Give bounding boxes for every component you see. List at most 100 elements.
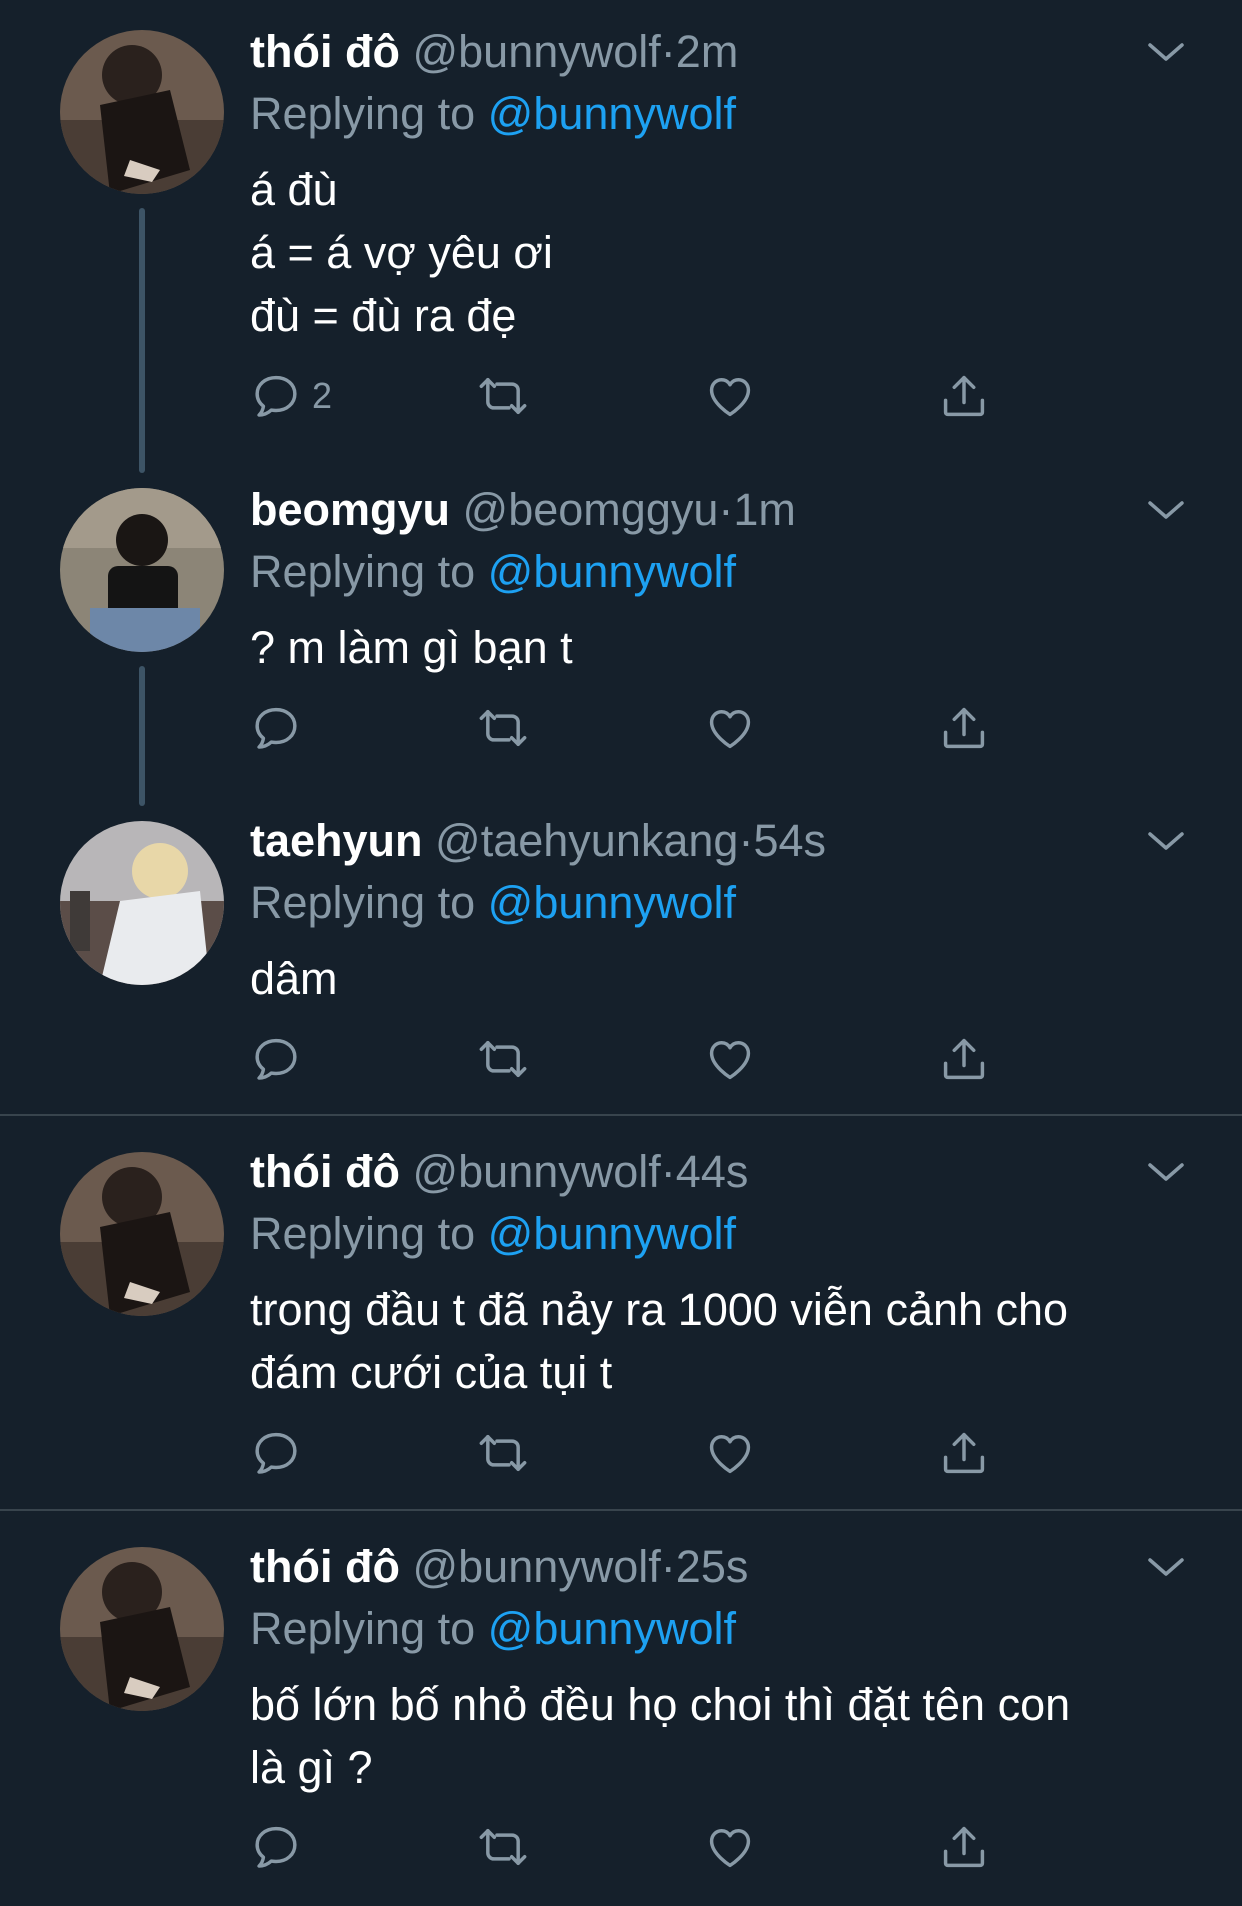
retweet-button[interactable] xyxy=(475,1423,531,1483)
tweet-text: trong đầu t đã nảy ra 1000 viễn cảnh cho… xyxy=(250,1278,1170,1404)
display-name[interactable]: thói đô xyxy=(250,26,400,77)
share-icon xyxy=(938,702,990,754)
tweet-text: á đù á = á vợ yêu ơi đù = đù ra đẹ xyxy=(250,158,1170,347)
display-name[interactable]: thói đô xyxy=(250,1146,400,1197)
share-icon xyxy=(938,1033,990,1085)
replying-to: Replying to @bunnywolf xyxy=(250,542,736,602)
reply-icon xyxy=(250,1821,302,1873)
retweet-icon xyxy=(475,370,531,422)
display-name[interactable]: beomgyu xyxy=(250,484,450,535)
like-icon xyxy=(704,370,756,422)
mention-link[interactable]: @bunnywolf xyxy=(488,88,736,139)
separator-dot: · xyxy=(660,26,676,77)
separator-dot: · xyxy=(738,815,754,866)
separator-dot: · xyxy=(718,484,734,535)
username[interactable]: @beomggyu xyxy=(463,484,719,535)
like-icon xyxy=(704,1033,756,1085)
tweet-text-line: ? m làm gì bạn t xyxy=(250,622,573,673)
like-button[interactable] xyxy=(704,698,756,758)
mention-link[interactable]: @bunnywolf xyxy=(488,1208,736,1259)
tweet[interactable]: thói đô @bunnywolf·2m Replying to @bunny… xyxy=(0,0,1242,460)
timestamp[interactable]: 2m xyxy=(676,26,739,77)
reply-button[interactable] xyxy=(250,1817,302,1877)
username[interactable]: @bunnywolf xyxy=(412,1146,660,1197)
like-button[interactable] xyxy=(704,1817,756,1877)
mention-link[interactable]: @bunnywolf xyxy=(488,546,736,597)
replying-to: Replying to @bunnywolf xyxy=(250,1599,736,1659)
tweet-text-line: dâm xyxy=(250,953,338,1004)
mention-link[interactable]: @bunnywolf xyxy=(488,1603,736,1654)
like-icon xyxy=(704,702,756,754)
reply-button[interactable] xyxy=(250,1423,302,1483)
avatar[interactable] xyxy=(60,30,224,194)
separator-dot: · xyxy=(660,1541,676,1592)
share-icon xyxy=(938,1427,990,1479)
chevron-down-icon[interactable] xyxy=(1146,826,1186,856)
like-button[interactable] xyxy=(704,1029,756,1089)
share-button[interactable] xyxy=(938,698,990,758)
tweet[interactable]: beomgyu @beomggyu·1m Replying to @bunnyw… xyxy=(0,460,1242,793)
timestamp[interactable]: 25s xyxy=(676,1541,749,1592)
timestamp[interactable]: 1m xyxy=(733,484,796,535)
retweet-icon xyxy=(475,1821,531,1873)
tweet-header: thói đô @bunnywolf·25s xyxy=(250,1537,748,1597)
replying-label: Replying to xyxy=(250,546,476,597)
chevron-down-icon[interactable] xyxy=(1146,37,1186,67)
tweet-text-line: á = á vợ yêu ơi xyxy=(250,227,553,278)
timestamp[interactable]: 54s xyxy=(753,815,826,866)
replying-label: Replying to xyxy=(250,1208,476,1259)
tweet-text: ? m làm gì bạn t xyxy=(250,616,1170,679)
reply-button[interactable]: 2 xyxy=(250,366,332,426)
tweet-header: thói đô @bunnywolf·44s xyxy=(250,1142,748,1202)
retweet-button[interactable] xyxy=(475,1817,531,1877)
retweet-button[interactable] xyxy=(475,698,531,758)
share-button[interactable] xyxy=(938,1817,990,1877)
share-button[interactable] xyxy=(938,366,990,426)
replying-label: Replying to xyxy=(250,88,476,139)
replying-to: Replying to @bunnywolf xyxy=(250,1204,736,1264)
username[interactable]: @bunnywolf xyxy=(412,1541,660,1592)
tweet[interactable]: thói đô @bunnywolf·25s Replying to @bunn… xyxy=(0,1511,1242,1906)
tweet-actions xyxy=(250,1423,1010,1483)
tweet-text-line: là gì ? xyxy=(250,1742,373,1793)
share-button[interactable] xyxy=(938,1423,990,1483)
display-name[interactable]: thói đô xyxy=(250,1541,400,1592)
reply-button[interactable] xyxy=(250,1029,302,1089)
replying-label: Replying to xyxy=(250,877,476,928)
reply-icon xyxy=(250,702,302,754)
tweet-header: beomgyu @beomggyu·1m xyxy=(250,480,796,540)
chevron-down-icon[interactable] xyxy=(1146,495,1186,525)
avatar[interactable] xyxy=(60,488,224,652)
tweet[interactable]: thói đô @bunnywolf·44s Replying to @bunn… xyxy=(0,1116,1242,1510)
like-button[interactable] xyxy=(704,366,756,426)
retweet-icon xyxy=(475,1033,531,1085)
username[interactable]: @taehyunkang xyxy=(435,815,738,866)
separator-dot: · xyxy=(660,1146,676,1197)
display-name[interactable]: taehyun xyxy=(250,815,423,866)
retweet-button[interactable] xyxy=(475,1029,531,1089)
mention-link[interactable]: @bunnywolf xyxy=(488,877,736,928)
retweet-button[interactable] xyxy=(475,366,531,426)
tweet-actions xyxy=(250,1029,1010,1089)
replying-label: Replying to xyxy=(250,1603,476,1654)
username[interactable]: @bunnywolf xyxy=(412,26,660,77)
reply-icon xyxy=(250,1033,302,1085)
like-icon xyxy=(704,1427,756,1479)
share-button[interactable] xyxy=(938,1029,990,1089)
avatar[interactable] xyxy=(60,1152,224,1316)
tweet-actions xyxy=(250,698,1010,758)
timestamp[interactable]: 44s xyxy=(676,1146,749,1197)
avatar[interactable] xyxy=(60,821,224,985)
retweet-icon xyxy=(475,1427,531,1479)
share-icon xyxy=(938,1821,990,1873)
tweet-actions: 2 xyxy=(250,366,1010,426)
reply-button[interactable] xyxy=(250,698,302,758)
tweet-text: bố lớn bố nhỏ đều họ choi thì đặt tên co… xyxy=(250,1673,1170,1799)
like-button[interactable] xyxy=(704,1423,756,1483)
replying-to: Replying to @bunnywolf xyxy=(250,84,736,144)
chevron-down-icon[interactable] xyxy=(1146,1157,1186,1187)
replying-to: Replying to @bunnywolf xyxy=(250,873,736,933)
tweet[interactable]: taehyun @taehyunkang·54s Replying to @bu… xyxy=(0,793,1242,1115)
chevron-down-icon[interactable] xyxy=(1146,1552,1186,1582)
avatar[interactable] xyxy=(60,1547,224,1711)
